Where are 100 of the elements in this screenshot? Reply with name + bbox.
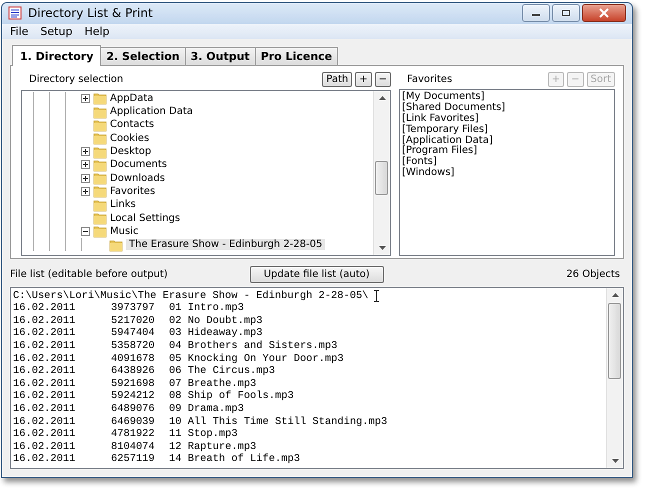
tab[interactable]: 2. Selection (100, 46, 186, 65)
folder-item[interactable]: Music (110, 226, 138, 237)
file-size: 4781922 (111, 428, 156, 441)
favorite-item[interactable]: [Temporary Files] (402, 124, 488, 136)
window-title: Directory List & Print (28, 6, 153, 20)
file-name: 04 Brothers and Sisters.mp3 (169, 340, 338, 353)
file-name: 03 Hideaway.mp3 (169, 327, 263, 340)
favorite-item[interactable]: [Application Data] (402, 136, 493, 146)
folder-icon (93, 144, 107, 159)
favorite-item[interactable]: [Link Favorites] (402, 114, 479, 125)
favorite-item[interactable]: [My Documents] (402, 92, 485, 104)
scrollbar[interactable] (606, 288, 623, 468)
file-name: 05 Knocking On Your Door.mp3 (169, 352, 344, 366)
file-name: 01 Intro.mp3 (169, 302, 244, 315)
folder-icon (93, 104, 107, 119)
file-size: 8104074 (111, 440, 156, 454)
scroll-thumb[interactable] (608, 302, 621, 379)
toolbar-button[interactable]: − (374, 72, 391, 88)
maximize-button[interactable] (552, 4, 580, 22)
folder-item[interactable]: Documents (110, 159, 168, 170)
file-date: 16.02.2011 (13, 453, 76, 466)
favorite-item[interactable]: [Shared Documents] (402, 103, 506, 114)
folder-icon (93, 211, 107, 226)
text-cursor-icon (374, 290, 380, 302)
scroll-up-icon[interactable] (612, 292, 618, 297)
menu-item[interactable]: File (10, 24, 28, 38)
scroll-down-icon[interactable] (612, 459, 618, 463)
folder-icon (93, 171, 107, 186)
close-icon (598, 8, 610, 18)
file-name: 07 Breathe.mp3 (169, 378, 256, 390)
scroll-up-icon[interactable] (378, 96, 386, 100)
file-size: 5217020 (111, 314, 156, 328)
file-name: 02 No Doubt.mp3 (169, 314, 263, 328)
section-label: Favorites (406, 74, 452, 86)
file-date: 16.02.2011 (13, 428, 76, 441)
collapse-icon[interactable] (81, 226, 90, 236)
tab[interactable]: Pro Licence (254, 46, 338, 65)
favorite-item[interactable]: [Windows] (402, 168, 454, 179)
file-date: 16.02.2011 (13, 302, 76, 315)
menu-item[interactable]: Setup (40, 24, 72, 38)
scrollbar[interactable] (373, 90, 390, 255)
file-date: 16.02.2011 (13, 314, 76, 328)
file-date: 16.02.2011 (13, 340, 76, 353)
folder-item[interactable]: Downloads (110, 172, 165, 184)
file-name: 09 Drama.mp3 (169, 403, 244, 416)
file-name: 06 The Circus.mp3 (169, 365, 276, 378)
folder-icon (93, 91, 107, 106)
expand-icon[interactable] (81, 147, 90, 156)
folder-item[interactable]: Desktop (110, 146, 152, 158)
expand-icon[interactable] (81, 186, 90, 196)
minimize-button[interactable] (522, 4, 550, 22)
folder-icon (93, 198, 107, 212)
menu-item[interactable]: Help (84, 24, 110, 38)
folder-item[interactable]: Contacts (110, 119, 154, 130)
folder-icon (109, 238, 123, 252)
folder-item[interactable]: Local Settings (110, 212, 180, 224)
folder-icon (93, 184, 107, 198)
file-size: 5921698 (111, 378, 156, 390)
folder-item[interactable]: AppData (110, 92, 154, 104)
folder-item[interactable]: Cookies (110, 132, 150, 144)
file-size: 6438926 (111, 365, 156, 378)
scroll-thumb[interactable] (375, 160, 388, 195)
toolbar-button[interactable]: + (355, 72, 372, 88)
file-date: 16.02.2011 (13, 352, 76, 366)
favorite-item[interactable]: [Fonts] (402, 157, 437, 168)
file-date: 16.02.2011 (13, 378, 76, 390)
file-list-label: File list (editable before output) (10, 269, 168, 280)
expand-icon[interactable] (81, 94, 90, 103)
file-name: 14 Breath of Life.mp3 (169, 453, 300, 466)
folder-item[interactable]: The Erasure Show - Edinburgh 2-28-05 (126, 239, 326, 250)
file-size: 5924212 (111, 390, 156, 404)
maximize-icon (561, 9, 571, 18)
update-button[interactable]: Update file list (auto) (250, 266, 384, 284)
path-line: C:\Users\Lori\Music\The Erasure Show - Edinburgh 2-28-05\ (13, 290, 368, 302)
object-count: 26 Objects (566, 269, 621, 280)
tab[interactable]: 3. Output (184, 46, 256, 65)
tab[interactable]: 1. Directory (12, 44, 102, 66)
file-date: 16.02.2011 (13, 403, 76, 416)
file-name: 08 Ship of Fools.mp3 (169, 390, 294, 404)
expand-icon[interactable] (81, 174, 90, 183)
folder-item[interactable]: Links (110, 199, 136, 210)
folder-item[interactable]: Favorites (110, 186, 156, 197)
file-size: 4091678 (111, 352, 156, 366)
scroll-down-icon[interactable] (378, 246, 386, 250)
file-date: 16.02.2011 (13, 440, 76, 454)
file-name: 12 Rapture.mp3 (169, 440, 256, 454)
expand-icon[interactable] (81, 160, 90, 170)
toolbar-button[interactable]: Path (322, 72, 352, 88)
favorite-item[interactable]: [Program Files] (402, 146, 478, 158)
close-button[interactable] (582, 4, 626, 22)
file-size: 5358720 (111, 340, 156, 353)
file-name: 10 All This Time Still Standing.mp3 (169, 416, 388, 428)
folder-icon (93, 158, 107, 172)
folder-item[interactable]: Application Data (110, 106, 193, 118)
file-size: 6489076 (111, 403, 156, 416)
file-size: 3973797 (111, 302, 156, 315)
folder-icon (93, 131, 107, 146)
file-list-field[interactable] (10, 286, 624, 469)
file-name: 11 Stop.mp3 (169, 428, 238, 441)
file-date: 16.02.2011 (13, 365, 76, 378)
